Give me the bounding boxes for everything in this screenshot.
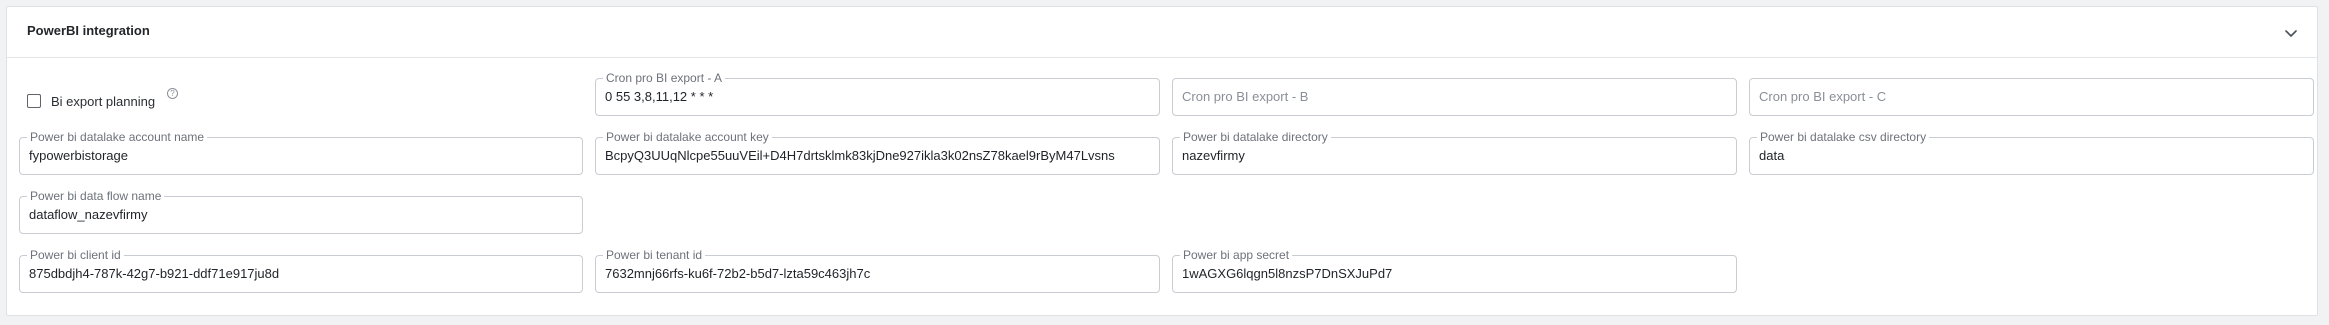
datalake-account-name-field: Power bi datalake account name <box>19 130 583 175</box>
datalake-directory-input[interactable] <box>1182 148 1727 164</box>
cron-export-b-input[interactable] <box>1182 89 1727 105</box>
question-circle-icon[interactable]: ? <box>167 88 178 99</box>
client-id-label: Power bi client id <box>27 248 124 262</box>
datalake-directory-field: Power bi datalake directory <box>1172 130 1737 175</box>
cron-export-a-label: Cron pro BI export - A <box>603 71 726 85</box>
datalake-csv-directory-field: Power bi datalake csv directory <box>1749 130 2314 175</box>
data-flow-name-input[interactable] <box>29 207 573 223</box>
tenant-id-input[interactable] <box>605 266 1150 282</box>
panel-title: PowerBI integration <box>27 23 150 38</box>
datalake-directory-label: Power bi datalake directory <box>1180 130 1331 144</box>
chevron-down-icon[interactable] <box>2283 25 2299 41</box>
bi-export-planning-label[interactable]: Bi export planning <box>51 94 155 109</box>
cron-export-b-field <box>1172 78 1737 116</box>
datalake-csv-directory-label: Power bi datalake csv directory <box>1757 130 1930 144</box>
cron-export-a-input[interactable] <box>605 89 1150 105</box>
bi-export-planning-checkbox[interactable] <box>27 94 41 108</box>
datalake-csv-directory-input[interactable] <box>1759 148 2304 164</box>
datalake-account-name-input[interactable] <box>29 148 573 164</box>
powerbi-integration-panel: PowerBI integration Bi export planning ?… <box>6 6 2318 316</box>
datalake-account-key-input[interactable] <box>605 148 1150 164</box>
app-secret-field: Power bi app secret <box>1172 248 1737 293</box>
datalake-account-key-label: Power bi datalake account key <box>603 130 772 144</box>
app-secret-label: Power bi app secret <box>1180 248 1293 262</box>
cron-export-c-field <box>1749 78 2314 116</box>
client-id-input[interactable] <box>29 266 573 282</box>
data-flow-name-label: Power bi data flow name <box>27 189 165 203</box>
datalake-account-name-label: Power bi datalake account name <box>27 130 208 144</box>
datalake-account-key-field: Power bi datalake account key <box>595 130 1160 175</box>
app-secret-input[interactable] <box>1182 266 1727 282</box>
data-flow-name-field: Power bi data flow name <box>19 189 583 234</box>
cron-export-c-input[interactable] <box>1759 89 2304 105</box>
tenant-id-field: Power bi tenant id <box>595 248 1160 293</box>
tenant-id-label: Power bi tenant id <box>603 248 706 262</box>
cron-export-a-field: Cron pro BI export - A <box>595 71 1160 116</box>
panel-header[interactable]: PowerBI integration <box>7 7 2317 58</box>
client-id-field: Power bi client id <box>19 248 583 293</box>
